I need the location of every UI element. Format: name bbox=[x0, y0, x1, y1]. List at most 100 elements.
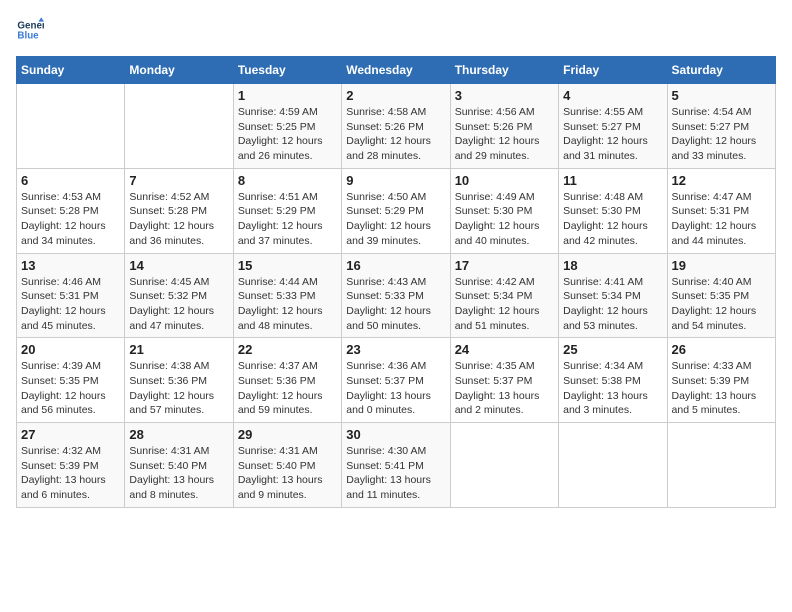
day-info: Sunrise: 4:35 AM Sunset: 5:37 PM Dayligh… bbox=[455, 359, 554, 418]
weekday-header: Friday bbox=[559, 57, 667, 84]
day-info: Sunrise: 4:31 AM Sunset: 5:40 PM Dayligh… bbox=[129, 444, 228, 503]
day-number: 26 bbox=[672, 342, 771, 357]
day-info: Sunrise: 4:52 AM Sunset: 5:28 PM Dayligh… bbox=[129, 190, 228, 249]
day-info: Sunrise: 4:32 AM Sunset: 5:39 PM Dayligh… bbox=[21, 444, 120, 503]
day-number: 18 bbox=[563, 258, 662, 273]
day-number: 27 bbox=[21, 427, 120, 442]
day-number: 14 bbox=[129, 258, 228, 273]
day-number: 7 bbox=[129, 173, 228, 188]
weekday-header: Saturday bbox=[667, 57, 775, 84]
day-info: Sunrise: 4:46 AM Sunset: 5:31 PM Dayligh… bbox=[21, 275, 120, 334]
calendar-cell: 18 Sunrise: 4:41 AM Sunset: 5:34 PM Dayli… bbox=[559, 253, 667, 338]
calendar-cell: 16 Sunrise: 4:43 AM Sunset: 5:33 PM Dayli… bbox=[342, 253, 450, 338]
calendar-body: 1 Sunrise: 4:59 AM Sunset: 5:25 PM Daylig… bbox=[17, 84, 776, 508]
day-info: Sunrise: 4:55 AM Sunset: 5:27 PM Dayligh… bbox=[563, 105, 662, 164]
day-number: 10 bbox=[455, 173, 554, 188]
calendar-cell: 22 Sunrise: 4:37 AM Sunset: 5:36 PM Dayli… bbox=[233, 338, 341, 423]
calendar-cell: 19 Sunrise: 4:40 AM Sunset: 5:35 PM Dayli… bbox=[667, 253, 775, 338]
day-number: 21 bbox=[129, 342, 228, 357]
day-info: Sunrise: 4:47 AM Sunset: 5:31 PM Dayligh… bbox=[672, 190, 771, 249]
calendar-week-row: 13 Sunrise: 4:46 AM Sunset: 5:31 PM Dayli… bbox=[17, 253, 776, 338]
day-number: 9 bbox=[346, 173, 445, 188]
calendar-cell: 14 Sunrise: 4:45 AM Sunset: 5:32 PM Dayli… bbox=[125, 253, 233, 338]
calendar-cell bbox=[17, 84, 125, 169]
day-number: 2 bbox=[346, 88, 445, 103]
calendar-cell: 10 Sunrise: 4:49 AM Sunset: 5:30 PM Dayli… bbox=[450, 168, 558, 253]
calendar-cell: 24 Sunrise: 4:35 AM Sunset: 5:37 PM Dayli… bbox=[450, 338, 558, 423]
day-info: Sunrise: 4:40 AM Sunset: 5:35 PM Dayligh… bbox=[672, 275, 771, 334]
day-info: Sunrise: 4:59 AM Sunset: 5:25 PM Dayligh… bbox=[238, 105, 337, 164]
day-info: Sunrise: 4:31 AM Sunset: 5:40 PM Dayligh… bbox=[238, 444, 337, 503]
calendar-cell: 9 Sunrise: 4:50 AM Sunset: 5:29 PM Daylig… bbox=[342, 168, 450, 253]
calendar-week-row: 20 Sunrise: 4:39 AM Sunset: 5:35 PM Dayli… bbox=[17, 338, 776, 423]
day-info: Sunrise: 4:42 AM Sunset: 5:34 PM Dayligh… bbox=[455, 275, 554, 334]
calendar-cell: 23Sunrise: 4:36 AM Sunset: 5:37 PM Dayli… bbox=[342, 338, 450, 423]
day-number: 13 bbox=[21, 258, 120, 273]
calendar-cell: 12 Sunrise: 4:47 AM Sunset: 5:31 PM Dayli… bbox=[667, 168, 775, 253]
calendar-cell: 26 Sunrise: 4:33 AM Sunset: 5:39 PM Dayli… bbox=[667, 338, 775, 423]
calendar-cell: 28 Sunrise: 4:31 AM Sunset: 5:40 PM Dayli… bbox=[125, 423, 233, 508]
day-number: 25 bbox=[563, 342, 662, 357]
calendar-cell: 8Sunrise: 4:51 AM Sunset: 5:29 PM Daylig… bbox=[233, 168, 341, 253]
calendar-cell: 6 Sunrise: 4:53 AM Sunset: 5:28 PM Daylig… bbox=[17, 168, 125, 253]
calendar-cell: 11Sunrise: 4:48 AM Sunset: 5:30 PM Dayli… bbox=[559, 168, 667, 253]
weekday-header: Monday bbox=[125, 57, 233, 84]
svg-text:Blue: Blue bbox=[17, 30, 39, 41]
calendar-cell bbox=[125, 84, 233, 169]
day-number: 17 bbox=[455, 258, 554, 273]
calendar-table: SundayMondayTuesdayWednesdayThursdayFrid… bbox=[16, 56, 776, 508]
calendar-cell: 3 Sunrise: 4:56 AM Sunset: 5:26 PM Daylig… bbox=[450, 84, 558, 169]
day-info: Sunrise: 4:54 AM Sunset: 5:27 PM Dayligh… bbox=[672, 105, 771, 164]
calendar-cell bbox=[667, 423, 775, 508]
logo-icon: General Blue bbox=[16, 16, 44, 44]
calendar-cell: 13 Sunrise: 4:46 AM Sunset: 5:31 PM Dayli… bbox=[17, 253, 125, 338]
day-number: 15 bbox=[238, 258, 337, 273]
day-number: 22 bbox=[238, 342, 337, 357]
day-number: 4 bbox=[563, 88, 662, 103]
page-header: General Blue bbox=[16, 16, 776, 44]
day-number: 12 bbox=[672, 173, 771, 188]
weekday-header: Tuesday bbox=[233, 57, 341, 84]
day-info: Sunrise: 4:49 AM Sunset: 5:30 PM Dayligh… bbox=[455, 190, 554, 249]
weekday-header: Wednesday bbox=[342, 57, 450, 84]
calendar-cell: 20 Sunrise: 4:39 AM Sunset: 5:35 PM Dayli… bbox=[17, 338, 125, 423]
day-number: 20 bbox=[21, 342, 120, 357]
day-info: Sunrise: 4:45 AM Sunset: 5:32 PM Dayligh… bbox=[129, 275, 228, 334]
day-number: 19 bbox=[672, 258, 771, 273]
day-number: 30 bbox=[346, 427, 445, 442]
day-info: Sunrise: 4:48 AM Sunset: 5:30 PM Dayligh… bbox=[563, 190, 662, 249]
calendar-cell: 5Sunrise: 4:54 AM Sunset: 5:27 PM Daylig… bbox=[667, 84, 775, 169]
weekday-header: Thursday bbox=[450, 57, 558, 84]
weekday-header: Sunday bbox=[17, 57, 125, 84]
calendar-cell bbox=[559, 423, 667, 508]
calendar-week-row: 27 Sunrise: 4:32 AM Sunset: 5:39 PM Dayli… bbox=[17, 423, 776, 508]
day-info: Sunrise: 4:41 AM Sunset: 5:34 PM Dayligh… bbox=[563, 275, 662, 334]
day-info: Sunrise: 4:56 AM Sunset: 5:26 PM Dayligh… bbox=[455, 105, 554, 164]
day-number: 28 bbox=[129, 427, 228, 442]
day-number: 3 bbox=[455, 88, 554, 103]
day-info: Sunrise: 4:36 AM Sunset: 5:37 PM Dayligh… bbox=[346, 359, 445, 418]
day-info: Sunrise: 4:33 AM Sunset: 5:39 PM Dayligh… bbox=[672, 359, 771, 418]
day-info: Sunrise: 4:53 AM Sunset: 5:28 PM Dayligh… bbox=[21, 190, 120, 249]
calendar-cell: 1 Sunrise: 4:59 AM Sunset: 5:25 PM Daylig… bbox=[233, 84, 341, 169]
day-info: Sunrise: 4:58 AM Sunset: 5:26 PM Dayligh… bbox=[346, 105, 445, 164]
day-number: 1 bbox=[238, 88, 337, 103]
day-info: Sunrise: 4:43 AM Sunset: 5:33 PM Dayligh… bbox=[346, 275, 445, 334]
logo: General Blue bbox=[16, 16, 48, 44]
day-info: Sunrise: 4:30 AM Sunset: 5:41 PM Dayligh… bbox=[346, 444, 445, 503]
day-number: 16 bbox=[346, 258, 445, 273]
day-number: 24 bbox=[455, 342, 554, 357]
day-info: Sunrise: 4:38 AM Sunset: 5:36 PM Dayligh… bbox=[129, 359, 228, 418]
calendar-week-row: 1 Sunrise: 4:59 AM Sunset: 5:25 PM Daylig… bbox=[17, 84, 776, 169]
calendar-cell: 25Sunrise: 4:34 AM Sunset: 5:38 PM Dayli… bbox=[559, 338, 667, 423]
calendar-cell: 7 Sunrise: 4:52 AM Sunset: 5:28 PM Daylig… bbox=[125, 168, 233, 253]
day-info: Sunrise: 4:51 AM Sunset: 5:29 PM Dayligh… bbox=[238, 190, 337, 249]
calendar-cell: 17 Sunrise: 4:42 AM Sunset: 5:34 PM Dayli… bbox=[450, 253, 558, 338]
day-info: Sunrise: 4:39 AM Sunset: 5:35 PM Dayligh… bbox=[21, 359, 120, 418]
calendar-cell: 27 Sunrise: 4:32 AM Sunset: 5:39 PM Dayli… bbox=[17, 423, 125, 508]
calendar-cell: 21 Sunrise: 4:38 AM Sunset: 5:36 PM Dayli… bbox=[125, 338, 233, 423]
day-info: Sunrise: 4:37 AM Sunset: 5:36 PM Dayligh… bbox=[238, 359, 337, 418]
day-info: Sunrise: 4:50 AM Sunset: 5:29 PM Dayligh… bbox=[346, 190, 445, 249]
calendar-cell bbox=[450, 423, 558, 508]
day-number: 6 bbox=[21, 173, 120, 188]
